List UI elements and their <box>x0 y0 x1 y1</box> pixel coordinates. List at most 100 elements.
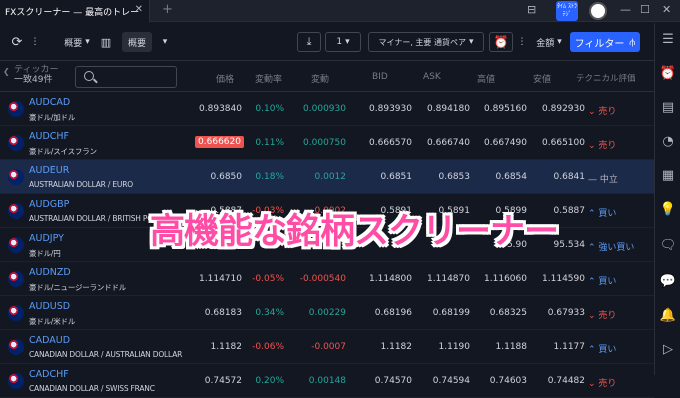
table-row[interactable]: AUDEUR AUSTRALIAN DOLLAR / EURO 0.6850 0.18… <box>0 160 654 194</box>
news-icon[interactable]: ▤ <box>659 99 677 117</box>
watchlist-icon[interactable]: ☰ <box>659 31 677 49</box>
table-row[interactable]: AUDUSD 豪ドル/米ドル 0.68183 0.34% 0.00229 0.68196 0… <box>0 296 654 330</box>
tab-title: FXスクリーナー — 最高のトレー <box>5 7 140 18</box>
calendar-clock-icon[interactable]: ◔ <box>659 133 677 151</box>
comments-icon[interactable]: 💬 <box>659 273 677 291</box>
chat-icon[interactable]: 🗨 <box>659 237 677 255</box>
view-select[interactable]: 概要 ▾ <box>60 32 94 52</box>
currency-pairs-select[interactable]: マイナー, 主要 通貨ペア ▾ <box>368 32 484 52</box>
toolbar: ⟳ ⋮ 概要 ▾ ▥ 概要 ▾ ⤓ 1 ▾ マイナー, 主要 通貨ペア ▾ ⏰ … <box>0 23 654 61</box>
bid-cell: 1.1182 <box>380 342 413 352</box>
ticker-symbol[interactable]: AUDCHF <box>29 131 69 142</box>
technical-rating-cell: — 中立 <box>588 175 618 185</box>
header-rating[interactable]: テクニカル評価 <box>576 72 636 84</box>
close-window-icon[interactable]: ✕ <box>662 3 671 16</box>
ticker-symbol[interactable]: AUDNZD <box>29 267 71 278</box>
search-input[interactable] <box>75 66 177 88</box>
change-pct-cell: 0.34% <box>255 308 284 318</box>
more-icon[interactable]: ⋮ <box>30 32 40 52</box>
app-logo: ﾀｲﾑ ｽﾄﾗﾃｼﾞ <box>556 1 578 21</box>
low-cell: 1.1177 <box>553 342 586 352</box>
ticker-symbol[interactable]: AUDEUR <box>29 165 69 176</box>
high-cell: 1.1188 <box>495 342 528 352</box>
table-row[interactable]: AUDCHF 豪ドル/スイスフラン 0.666620 0.11% 0.000750 0.6… <box>0 126 654 160</box>
amount-select[interactable]: 金額 ▾ <box>532 32 566 52</box>
grid-view-icon[interactable]: ▥ <box>98 32 114 52</box>
alarm-icon[interactable]: ⏰ <box>489 32 513 52</box>
ticker-description: CANADIAN DOLLAR / SWISS FRANC <box>29 384 155 393</box>
header-change[interactable]: 変動 <box>311 72 329 85</box>
bid-cell: 0.666570 <box>369 138 412 148</box>
amount-label: 金額 <box>536 38 555 49</box>
low-cell: 0.665100 <box>542 138 585 148</box>
technical-rating-cell: ⌄ 売り <box>588 311 617 321</box>
ask-cell: 1.1190 <box>438 342 471 352</box>
download-icon[interactable]: ⤓ <box>297 32 321 52</box>
overview-tab[interactable]: 概要 <box>122 32 152 52</box>
lightbulb-icon[interactable]: 💡 <box>659 201 677 219</box>
currency-flag-icon <box>8 169 24 185</box>
ticker-symbol[interactable]: AUDJPY <box>29 233 64 244</box>
maximize-icon[interactable]: ☐ <box>640 3 650 16</box>
ticker-header[interactable]: ティッカー 一致49件 <box>14 65 58 85</box>
bid-cell: 0.68196 <box>374 308 412 318</box>
filter-label: フィルター <box>574 38 625 50</box>
ticker-description: 豪ドル/米ドル <box>29 317 76 326</box>
high-cell: 0.6854 <box>495 172 528 182</box>
chevron-down-icon: ▾ <box>468 37 474 47</box>
minimize-icon[interactable]: — <box>620 3 631 16</box>
currency-flag-icon <box>8 339 24 355</box>
price-cell: 1.114710 <box>199 274 242 284</box>
currency-flag-icon <box>8 271 24 287</box>
technical-rating-cell: ⌃ 買い <box>588 209 617 219</box>
close-tab-icon[interactable]: ✕ <box>135 4 143 15</box>
timeframe-select[interactable]: 1 ▾ <box>325 32 361 52</box>
ticker-symbol[interactable]: AUDUSD <box>29 301 70 312</box>
ticker-description: 豪ドル/ニュージーランドドル <box>29 283 127 292</box>
alarm-clock-icon[interactable]: ⏰ <box>659 65 677 83</box>
ask-cell: 0.894180 <box>427 104 470 114</box>
tab-fx-screener[interactable]: FXスクリーナー — 最高のトレー ✕ <box>0 0 150 22</box>
calendar-icon[interactable]: ▦ <box>659 167 677 185</box>
notification-icon[interactable]: 🔔 <box>659 307 677 325</box>
more-icon[interactable]: ⋮ <box>517 32 527 52</box>
change-pct-cell: 0.11% <box>255 138 284 148</box>
new-tab-icon[interactable]: + <box>162 2 173 17</box>
table-row[interactable]: CADCHF CANADIAN DOLLAR / SWISS FRANC 0.745… <box>0 364 654 398</box>
table-row[interactable]: AUDCAD 豪ドル/加ドル 0.893840 0.10% 0.000930 0.8939… <box>0 92 654 126</box>
right-sidebar: ☰ ⏰ ▤ ◔ ▦ 💡 🗨 💬 🔔 ▷ <box>654 23 680 375</box>
change-cell: 0.000930 <box>303 104 346 114</box>
filter-button[interactable]: フィルター ⫛ <box>570 32 640 52</box>
ticker-symbol[interactable]: AUDCAD <box>29 97 70 108</box>
refresh-icon[interactable]: ⟳ <box>8 32 26 52</box>
header-change-pct[interactable]: 変動率 <box>255 72 282 85</box>
header-high[interactable]: 高値 <box>477 72 495 85</box>
currency-flag-icon <box>8 373 24 389</box>
low-cell: 0.74482 <box>547 376 585 386</box>
chevron-down-icon[interactable]: ▾ <box>156 32 174 52</box>
header-bid[interactable]: BID <box>372 72 388 82</box>
header-ask[interactable]: ASK <box>423 72 441 82</box>
change-cell: 0.00148 <box>308 376 346 386</box>
ticker-description: 豪ドル/スイスフラン <box>29 147 97 156</box>
header-price[interactable]: 価格 <box>216 72 234 85</box>
currency-flag-icon <box>8 135 24 151</box>
ticker-description: 豪ドル/加ドル <box>29 113 76 122</box>
change-cell: 0.0012 <box>314 172 347 182</box>
table-row[interactable]: CADAUD CANADIAN DOLLAR / AUSTRALIAN DOLLA… <box>0 330 654 364</box>
technical-rating-cell: ⌃ 強い買い <box>588 243 635 253</box>
search-icon <box>84 71 94 81</box>
avatar[interactable] <box>589 2 607 20</box>
change-cell: 0.000750 <box>303 138 346 148</box>
match-count: 一致49件 <box>14 75 53 85</box>
change-pct-cell: -0.05% <box>252 274 284 284</box>
play-icon[interactable]: ▷ <box>659 341 677 359</box>
ticker-symbol[interactable]: CADAUD <box>29 335 70 346</box>
ticker-header-label: ティッカー <box>14 65 59 75</box>
filter-sliders-icon: ⫛ <box>629 36 636 48</box>
collapse-icon[interactable]: ❮ <box>3 67 10 76</box>
header-low[interactable]: 安値 <box>533 72 551 85</box>
layout-icon[interactable]: ⊟ <box>527 3 536 16</box>
table-row[interactable]: AUDNZD 豪ドル/ニュージーランドドル 1.114710 -0.05% -0.000… <box>0 262 654 296</box>
ticker-symbol[interactable]: AUDGBP <box>29 199 69 210</box>
